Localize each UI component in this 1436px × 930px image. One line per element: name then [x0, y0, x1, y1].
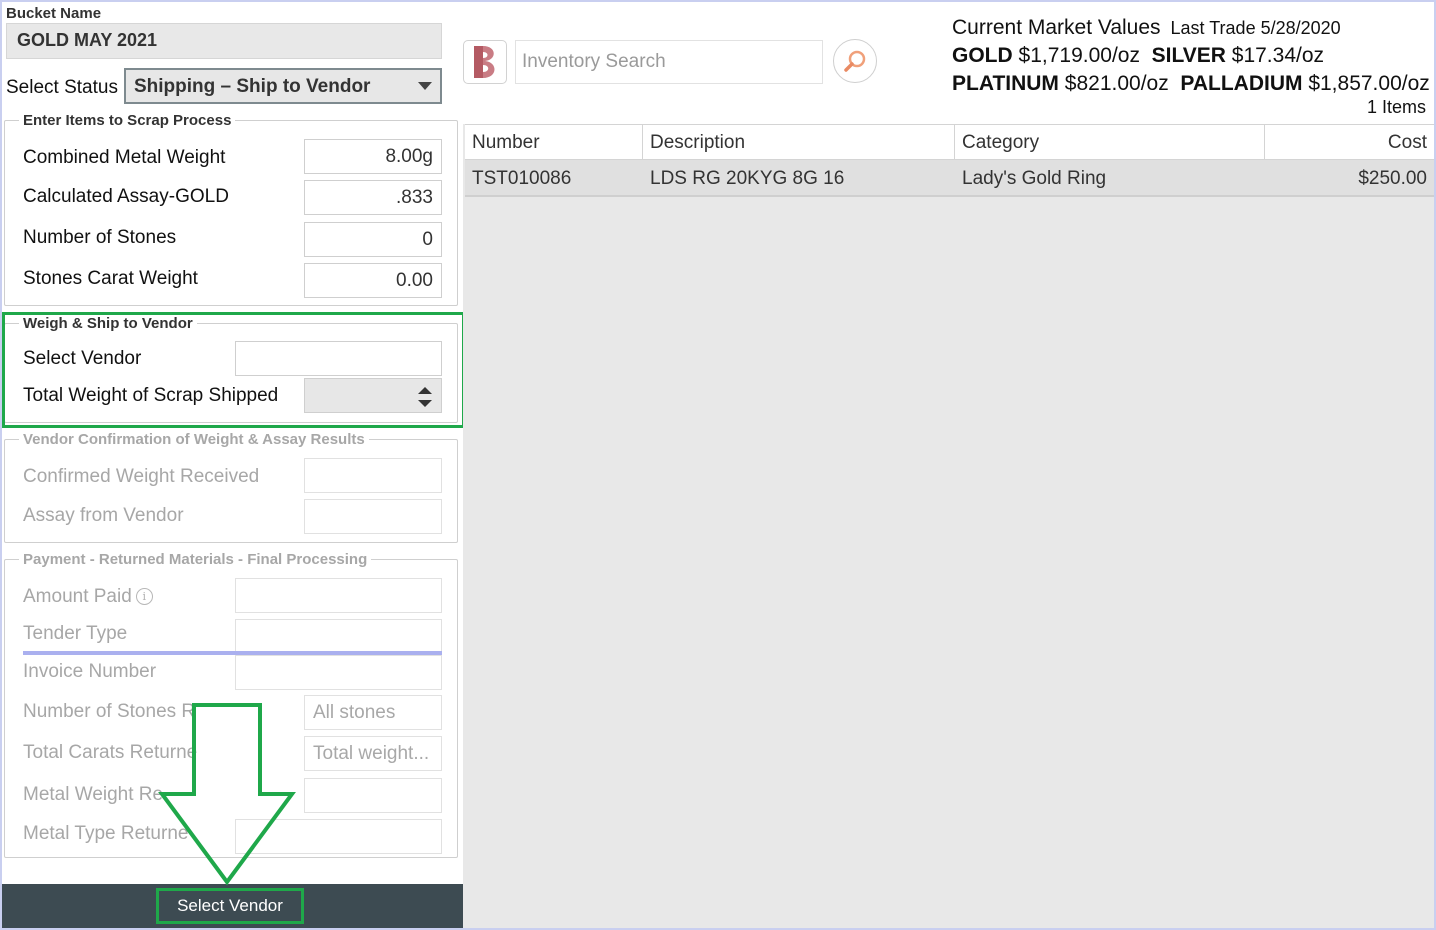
vendor-confirmation-legend: Vendor Confirmation of Weight & Assay Re…: [23, 431, 365, 448]
select-status-label: Select Status: [6, 77, 118, 98]
total-weight-shipped-stepper[interactable]: [304, 378, 442, 413]
payment-legend: Payment - Returned Materials - Final Pro…: [23, 551, 368, 568]
amount-paid-field[interactable]: [235, 578, 442, 613]
search-button[interactable]: [833, 39, 877, 83]
silver-price: $17.34/oz: [1231, 44, 1325, 67]
market-values-heading: Current Market Values: [952, 16, 1161, 39]
status-dropdown[interactable]: Shipping – Ship to Vendor: [124, 68, 442, 104]
confirmed-weight-field[interactable]: [304, 458, 442, 493]
palladium-price: $1,857.00/oz: [1308, 72, 1430, 95]
silver-label: SILVER: [1151, 44, 1226, 67]
invoice-number-field[interactable]: [235, 655, 442, 690]
table-row[interactable]: TST010086 LDS RG 20KYG 8G 16 Lady's Gold…: [465, 160, 1434, 197]
amount-paid-text: Amount Paid: [23, 586, 132, 607]
assay-from-vendor-label: Assay from Vendor: [23, 505, 184, 526]
annotation-arrow-icon: [158, 703, 296, 886]
cell-category: Lady's Gold Ring: [962, 168, 1107, 189]
weigh-ship-legend: Weigh & Ship to Vendor: [23, 315, 193, 332]
stepper-down-icon[interactable]: [418, 400, 432, 407]
inventory-header: Inventory Search Current Market Values La…: [463, 2, 1434, 124]
metal-weight-returned-label: Metal Weight Re: [23, 784, 164, 805]
palladium-label: PALLADIUM: [1180, 72, 1303, 95]
items-count: 1 Items: [1366, 97, 1426, 117]
market-gold-silver: GOLD $1,719.00/oz SILVER $17.34/oz: [952, 44, 1324, 68]
amount-paid-label: Amount Paid i: [23, 586, 153, 608]
bucket-name-field[interactable]: GOLD MAY 2021: [6, 23, 442, 59]
metal-weight-returned-field[interactable]: [304, 778, 442, 813]
market-values-title: Current Market Values Last Trade 5/28/202…: [952, 16, 1341, 40]
app-logo-button[interactable]: [463, 40, 507, 84]
invoice-number-label: Invoice Number: [23, 661, 157, 682]
confirmed-weight-label: Confirmed Weight Received: [23, 466, 260, 487]
combined-metal-weight-label: Combined Metal Weight: [23, 147, 226, 168]
cell-description: LDS RG 20KYG 8G 16: [650, 168, 845, 189]
inventory-table: Number Description Category Cost TST0100…: [465, 124, 1434, 197]
number-of-stones-field[interactable]: 0: [304, 222, 442, 257]
scrap-process-legend: Enter Items to Scrap Process: [23, 112, 232, 129]
calculated-assay-field[interactable]: .833: [304, 180, 442, 215]
last-trade-date: Last Trade 5/28/2020: [1170, 18, 1341, 38]
total-weight-shipped-label: Total Weight of Scrap Shipped: [23, 385, 279, 406]
cell-number: TST010086: [472, 168, 572, 189]
info-icon[interactable]: i: [135, 588, 153, 605]
calculated-assay-label: Calculated Assay-GOLD: [23, 186, 229, 207]
inventory-search-input[interactable]: Inventory Search: [515, 40, 823, 84]
stones-carat-weight-label: Stones Carat Weight: [23, 268, 198, 289]
brand-logo-icon: [474, 46, 495, 78]
tender-type-label: Tender Type: [23, 623, 128, 644]
select-vendor-field[interactable]: [235, 341, 442, 376]
assay-from-vendor-field[interactable]: [304, 499, 442, 534]
platinum-label: PLATINUM: [952, 72, 1059, 95]
column-header-cost[interactable]: Cost: [1265, 125, 1434, 160]
number-of-stones-label: Number of Stones: [23, 227, 177, 248]
tender-type-field[interactable]: [235, 619, 442, 654]
stones-carat-weight-field[interactable]: 0.00: [304, 263, 442, 298]
cell-cost: $250.00: [1358, 168, 1427, 189]
market-platinum-palladium: PLATINUM $821.00/oz PALLADIUM $1,857.00/…: [952, 72, 1430, 96]
carats-returned-field[interactable]: Total weight...: [304, 736, 442, 771]
column-header-number[interactable]: Number: [465, 125, 643, 160]
bottom-action-bar: Select Vendor: [2, 884, 463, 928]
select-vendor-button[interactable]: Select Vendor: [156, 888, 304, 924]
gold-label: GOLD: [952, 44, 1013, 67]
column-header-category[interactable]: Category: [955, 125, 1265, 160]
stepper-up-icon[interactable]: [418, 387, 432, 394]
scrap-bucket-panel: Bucket Name GOLD MAY 2021 Select Status …: [2, 2, 465, 928]
platinum-price: $821.00/oz: [1064, 72, 1169, 95]
select-vendor-label: Select Vendor: [23, 348, 142, 369]
status-dropdown-value: Shipping – Ship to Vendor: [134, 76, 371, 97]
stones-returned-field[interactable]: All stones: [304, 695, 442, 730]
inventory-panel: Inventory Search Current Market Values La…: [463, 2, 1434, 928]
combined-metal-weight-field[interactable]: 8.00g: [304, 139, 442, 174]
column-header-description[interactable]: Description: [643, 125, 955, 160]
search-icon: [844, 50, 866, 72]
gold-price: $1,719.00/oz: [1018, 44, 1140, 67]
bucket-name-label: Bucket Name: [6, 5, 102, 22]
chevron-down-icon: [418, 82, 432, 90]
table-header: Number Description Category Cost: [465, 124, 1434, 160]
